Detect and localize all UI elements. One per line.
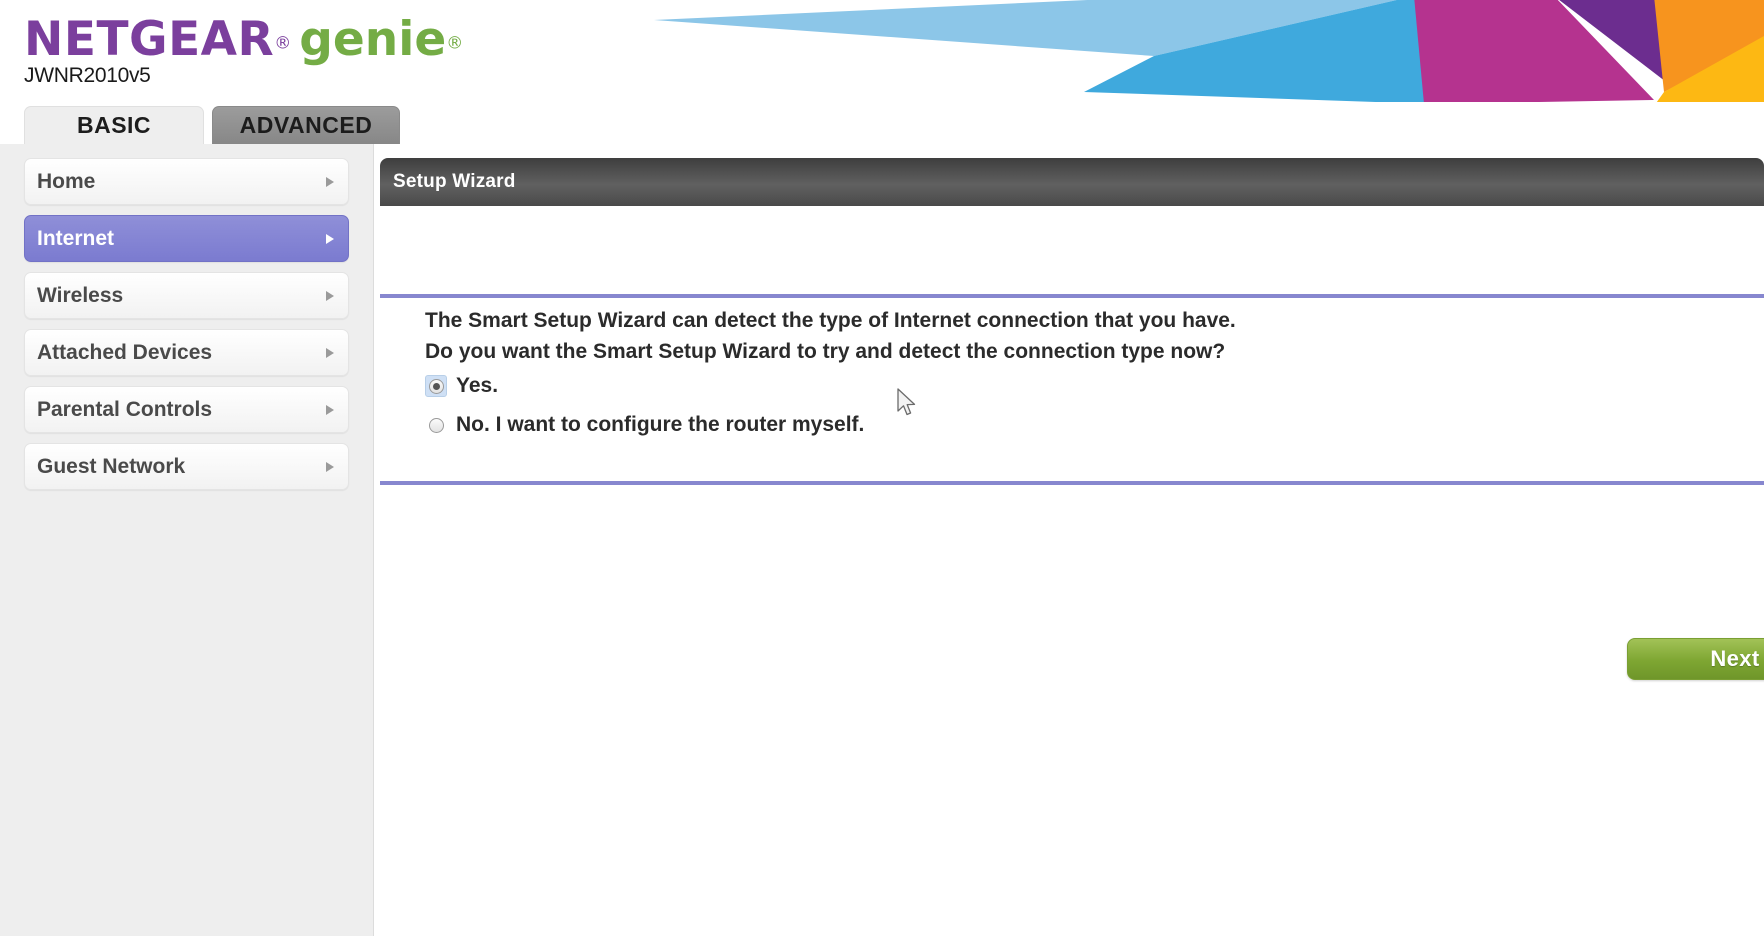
chevron-right-icon [326,404,334,415]
divider-top [380,294,1764,298]
sidebar-item-wireless[interactable]: Wireless [24,272,349,319]
chevron-right-icon [326,233,334,244]
sidebar-item-label: Guest Network [37,454,186,478]
sidebar-item-label: Wireless [37,283,124,307]
sidebar-item-label: Internet [37,226,115,250]
header-banner: NETGEAR® genie® JWNR2010v5 [0,0,1764,104]
wizard-description-line-2: Do you want the Smart Setup Wizard to tr… [425,340,1226,363]
sidebar-item-attached-devices[interactable]: Attached Devices [24,329,349,376]
main-tabbar: BASIC ADVANCED [0,106,1764,146]
sidebar-item-label: Attached Devices [37,340,213,364]
radio-label-yes: Yes. [456,374,499,397]
brand-logo: NETGEAR® genie® JWNR2010v5 [24,16,463,88]
radio-label-no: No. I want to configure the router mysel… [456,413,865,436]
sidebar-item-label: Parental Controls [37,397,213,421]
netgear-registered-mark: ® [274,33,292,54]
page-body: Home Internet Wireless Attached Devices … [0,144,1764,936]
chevron-right-icon [326,461,334,472]
divider-bottom [380,481,1764,485]
brand-wordmark: NETGEAR® genie® [24,16,463,63]
genie-registered-mark: ® [446,33,464,54]
chevron-right-icon [326,347,334,358]
radio-circle-icon [428,417,444,433]
radio-selected-dot-icon [432,382,440,390]
sidebar-item-label: Home [37,169,96,193]
radio-circle-icon [428,378,444,394]
sidebar-nav: Home Internet Wireless Attached Devices … [0,144,374,936]
radio-option-no[interactable]: No. I want to configure the router mysel… [425,412,864,438]
sidebar-item-parental-controls[interactable]: Parental Controls [24,386,349,433]
content-panel: Setup Wizard The Smart Setup Wizard can … [375,144,1764,936]
chevron-right-icon [326,176,334,187]
sidebar-item-internet[interactable]: Internet [24,215,349,262]
radio-option-yes[interactable]: Yes. [425,373,498,399]
radio-button-no[interactable] [425,414,447,436]
sidebar-item-home[interactable]: Home [24,158,349,205]
sidebar-item-guest-network[interactable]: Guest Network [24,443,349,490]
wizard-description-line-1: The Smart Setup Wizard can detect the ty… [425,309,1236,332]
chevron-right-icon [326,290,334,301]
next-button-label: Next [1710,646,1760,671]
tab-advanced[interactable]: ADVANCED [212,106,400,144]
panel-title: Setup Wizard [380,158,1764,206]
netgear-wordmark: NETGEAR [24,12,275,67]
radio-button-yes[interactable] [425,375,447,397]
genie-wordmark: genie [299,12,447,67]
router-model-label: JWNR2010v5 [24,64,151,87]
tab-basic[interactable]: BASIC [24,106,204,144]
next-button[interactable]: Next [1627,638,1764,680]
decorative-logo-art [654,0,1764,102]
